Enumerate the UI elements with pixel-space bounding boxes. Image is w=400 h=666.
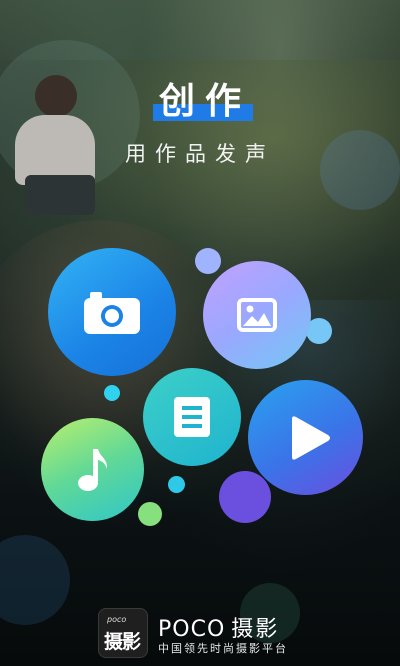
- document-icon: [174, 397, 210, 437]
- create-article-button[interactable]: [143, 368, 241, 466]
- decorative-dot: [104, 385, 120, 401]
- video-bubble-node: [219, 471, 271, 523]
- logo-small-text: poco: [107, 615, 127, 624]
- page-subtitle: 用作品发声: [125, 142, 275, 166]
- page-title: 创作: [149, 72, 253, 124]
- create-photo-button[interactable]: [203, 261, 311, 369]
- play-icon: [291, 415, 330, 460]
- photo-bubble-node: [195, 248, 221, 274]
- footer-brand: poco 摄影 POCO 摄影 中国领先时尚摄影平台: [0, 598, 400, 658]
- create-camera-button[interactable]: [48, 248, 176, 376]
- music-bubble-node: [138, 502, 162, 526]
- brand-name-en: POCO: [158, 617, 226, 642]
- brand-name: POCO 摄影: [158, 611, 279, 643]
- decorative-dot: [168, 476, 185, 493]
- page-title-wrap: 创作: [0, 72, 400, 124]
- logo-big-text: 摄影: [104, 631, 141, 653]
- camera-icon: [84, 292, 140, 334]
- person-legs: [25, 175, 95, 215]
- brand-tagline: 中国领先时尚摄影平台: [158, 642, 288, 655]
- music-note-icon: [77, 448, 107, 491]
- create-video-button[interactable]: [248, 380, 363, 495]
- image-icon: [237, 298, 277, 332]
- app-logo: poco 摄影: [98, 608, 148, 658]
- page-title-text: 创作: [158, 81, 251, 122]
- create-music-button[interactable]: [41, 418, 144, 521]
- brand-name-cn: 摄影: [231, 617, 280, 642]
